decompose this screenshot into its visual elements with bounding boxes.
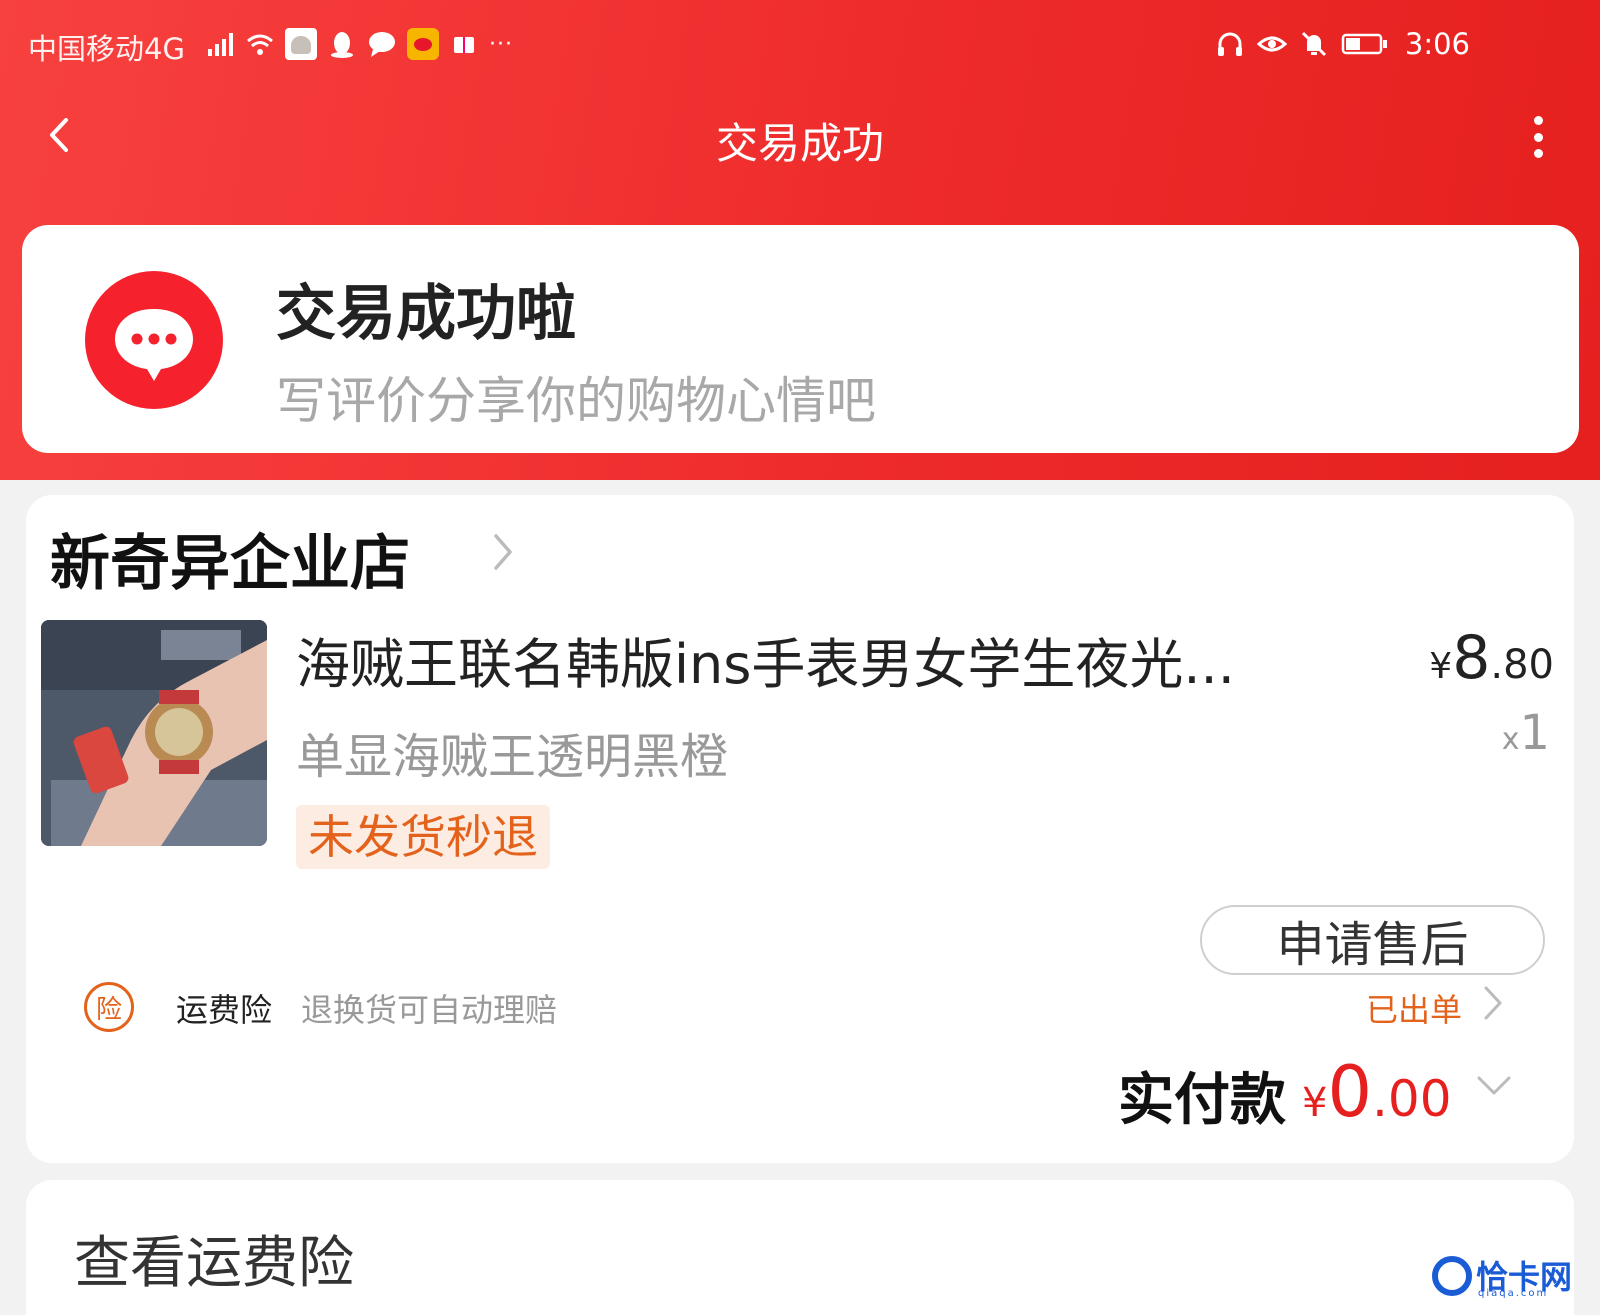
price-decimal: .80 — [1490, 642, 1554, 688]
view-insurance-link[interactable]: 查看运费险 — [74, 1218, 354, 1299]
paid-currency: ¥ — [1302, 1080, 1328, 1126]
notification-icons: ··· — [205, 26, 513, 62]
signal-icon — [205, 29, 235, 59]
watermark-url: qiaqa.com — [1478, 1288, 1549, 1299]
battery-icon — [1341, 29, 1389, 59]
chevron-right-icon[interactable] — [488, 530, 518, 574]
message-icon — [367, 29, 397, 59]
system-icons: 3:06 — [1215, 26, 1470, 62]
paid-decimal: .00 — [1372, 1070, 1452, 1128]
carrier-label: 中国移动4G — [28, 32, 185, 66]
order-card: 新奇异企业店 海贼王联名韩版ins手表男女学生夜光... ¥8.80 单显海贼王… — [26, 495, 1574, 1163]
more-dot — [1533, 132, 1543, 142]
product-spec: 单显海贼王透明黑橙 — [296, 729, 729, 785]
chat-bubble-icon — [85, 271, 223, 409]
chevron-right-icon[interactable] — [1480, 983, 1506, 1023]
product-price: ¥8.80 — [1429, 623, 1554, 693]
paid-label: 实付款 — [1118, 1068, 1286, 1133]
price-integer: 8 — [1452, 623, 1491, 693]
more-dot — [1533, 116, 1543, 125]
insurance-status[interactable]: 已出单 — [1366, 985, 1462, 1031]
headphone-icon — [1215, 29, 1245, 59]
product-title[interactable]: 海贼王联名韩版ins手表男女学生夜光... — [296, 620, 1356, 699]
more-dot — [1533, 149, 1543, 158]
watermark-icon — [1432, 1256, 1472, 1296]
watermark-logo: 恰卡网 qiaqa.com — [1432, 1248, 1582, 1308]
quantity-prefix: x — [1501, 722, 1520, 757]
mute-icon — [1299, 29, 1329, 59]
insurance-details-card[interactable]: 查看运费险 — [26, 1180, 1574, 1315]
insurance-description: 退换货可自动理赔 — [301, 991, 558, 1029]
wifi-icon — [245, 29, 275, 59]
review-prompt-card[interactable]: 交易成功啦 写评价分享你的购物心情吧 — [22, 225, 1579, 453]
page-title: 交易成功 — [715, 119, 884, 168]
clock: 3:06 — [1404, 27, 1470, 61]
shop-name[interactable]: 新奇异企业店 — [50, 515, 410, 602]
more-options-button[interactable] — [1522, 112, 1554, 162]
weibo-icon — [407, 28, 439, 60]
eye-icon — [1256, 29, 1287, 59]
more-notifications-icon: ··· — [489, 31, 513, 57]
paid-integer: 0 — [1327, 1051, 1372, 1133]
status-bar: 中国移动4G ··· 3:06 — [0, 0, 1600, 90]
price-currency: ¥ — [1429, 646, 1453, 687]
app-avatar-icon — [285, 28, 317, 60]
quantity-value: 1 — [1519, 705, 1550, 761]
success-title: 交易成功啦 — [276, 279, 576, 349]
paid-amount: ¥0.00 — [1302, 1051, 1452, 1133]
after-sale-button[interactable]: 申请售后 — [1200, 905, 1545, 975]
insurance-icon: 险 — [84, 982, 134, 1032]
product-quantity: x1 — [1502, 705, 1550, 761]
insurance-label: 运费险 — [176, 991, 273, 1029]
chevron-down-icon[interactable] — [1474, 1073, 1514, 1099]
refund-tag: 未发货秒退 — [296, 805, 550, 869]
product-image[interactable] — [41, 620, 267, 846]
review-prompt-text: 写评价分享你的购物心情吧 — [276, 372, 876, 430]
qq-icon — [327, 29, 357, 59]
book-icon — [449, 29, 479, 59]
